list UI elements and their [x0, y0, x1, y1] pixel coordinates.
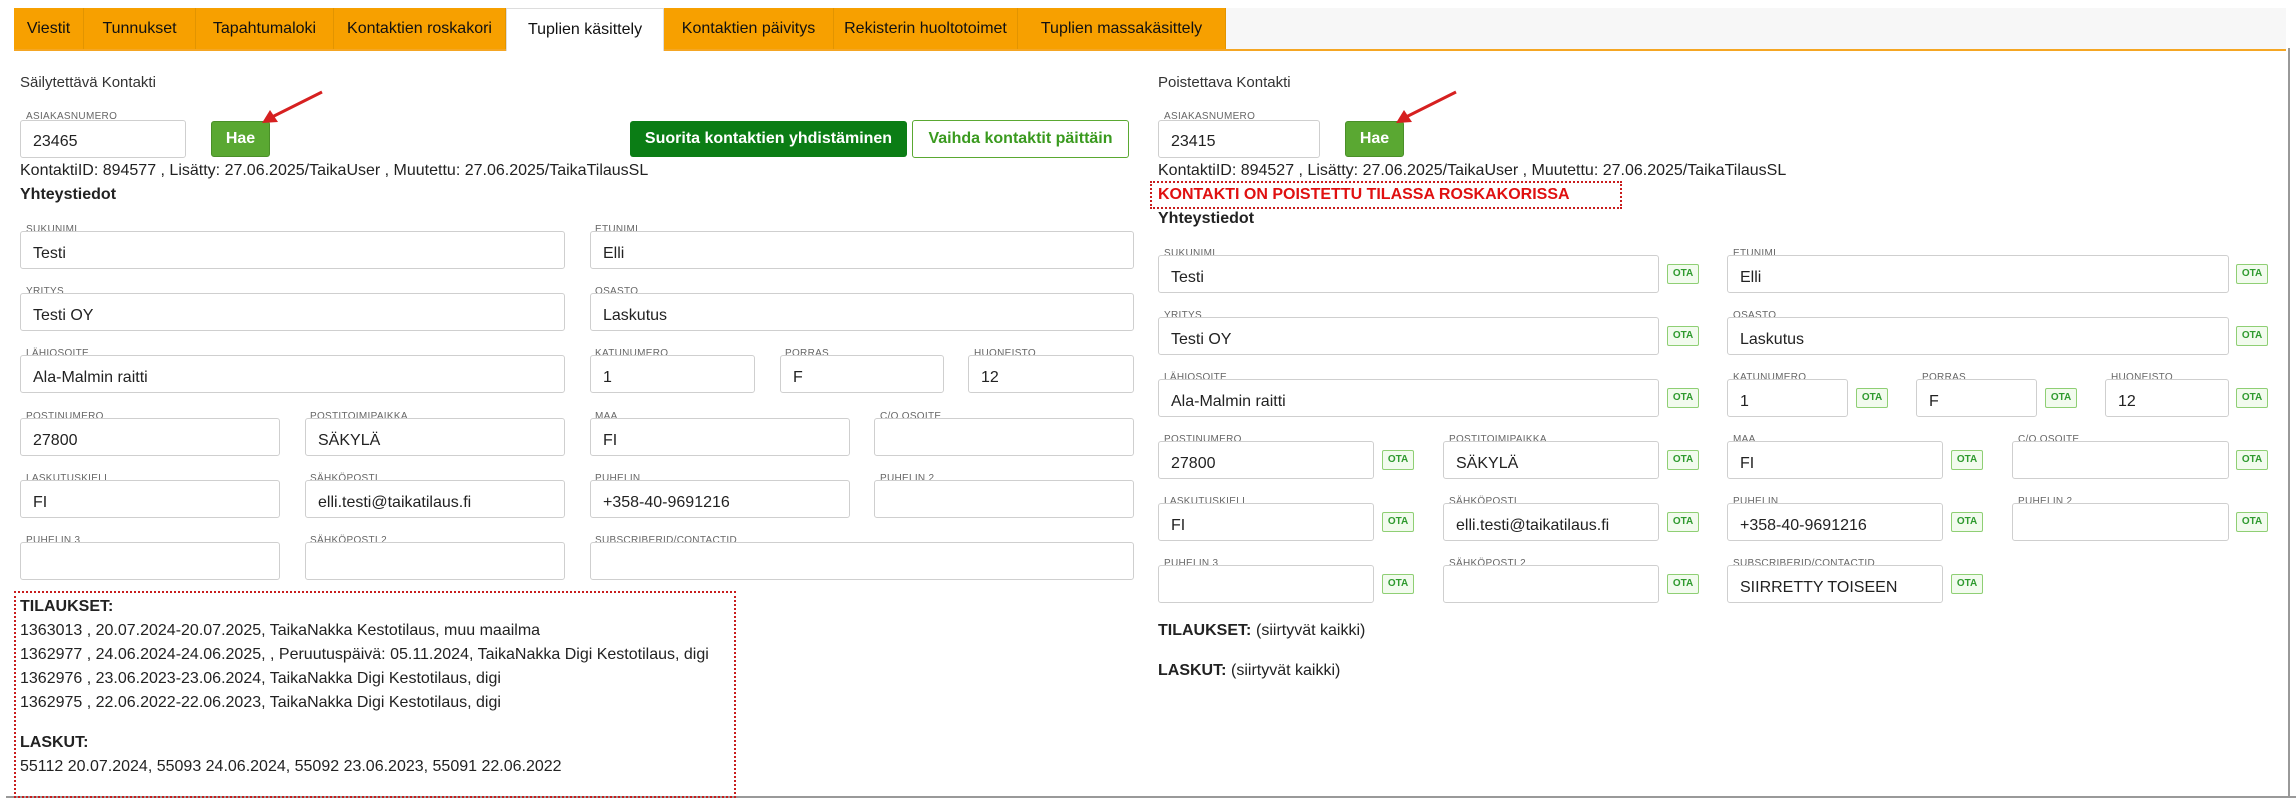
right-postinumero-ota-button[interactable]: OTA — [1382, 450, 1414, 470]
right-sahkoposti-input[interactable]: elli.testi@taikatilaus.fi — [1443, 503, 1659, 541]
left-maa-input[interactable]: FI — [590, 418, 850, 456]
left-lahiosoite-input[interactable]: Ala-Malmin raitti — [20, 355, 565, 393]
tab-tuplien-massakasittely[interactable]: Tuplien massakäsittely — [1018, 8, 1226, 49]
right-puhelin-ota-button[interactable]: OTA — [1951, 512, 1983, 532]
right-puhelin3-input[interactable] — [1158, 565, 1374, 603]
left-asiakasnumero-input[interactable]: 23465 — [20, 120, 186, 158]
right-subscriberid-ota-button[interactable]: OTA — [1951, 574, 1983, 594]
left-laskut-heading: LASKUT: — [20, 734, 89, 751]
deleted-warning: KONTAKTI ON POISTETTU TILASSA ROSKAKORIS… — [1158, 186, 1570, 203]
right-asiakasnumero-input[interactable]: 23415 — [1158, 120, 1320, 158]
right-panel-title: Poistettava Kontakti — [1158, 74, 1291, 91]
left-hae-button[interactable]: Hae — [211, 121, 270, 157]
left-tilaukset-heading: TILAUKSET: — [20, 598, 114, 615]
right-sahkoposti2-input[interactable] — [1443, 565, 1659, 603]
right-sahkoposti-ota-button[interactable]: OTA — [1667, 512, 1699, 532]
left-puhelin-input[interactable]: +358-40-9691216 — [590, 480, 850, 518]
left-order-item: 1362975 , 22.06.2022-22.06.2023, TaikaNa… — [20, 694, 501, 711]
right-laskut-note: (siirtyvät kaikki) — [1231, 662, 1341, 679]
right-etunimi-input[interactable]: Elli — [1727, 255, 2229, 293]
right-yritys-ota-button[interactable]: OTA — [1667, 326, 1699, 346]
left-huoneisto-input[interactable]: 12 — [968, 355, 1134, 393]
tab-viestit[interactable]: Viestit — [14, 8, 84, 49]
right-laskut-heading: LASKUT: — [1158, 662, 1227, 679]
left-etunimi-input[interactable]: Elli — [590, 231, 1134, 269]
left-postinumero-input[interactable]: 27800 — [20, 418, 280, 456]
right-katunumero-ota-button[interactable]: OTA — [1856, 388, 1888, 408]
right-contact-meta: KontaktiID: 894527 , Lisätty: 27.06.2025… — [1158, 162, 1787, 179]
right-lahiosoite-ota-button[interactable]: OTA — [1667, 388, 1699, 408]
tab-tapahtumaloki[interactable]: Tapahtumaloki — [196, 8, 334, 49]
tab-rekisterin-huoltotoimet[interactable]: Rekisterin huoltotoimet — [834, 8, 1018, 49]
tab-kontaktien-roskakori[interactable]: Kontaktien roskakori — [334, 8, 506, 49]
left-co-osoite-input[interactable] — [874, 418, 1134, 456]
left-invoice-list: 55112 20.07.2024, 55093 24.06.2024, 5509… — [20, 758, 562, 775]
right-postitoimipaikka-input[interactable]: SÄKYLÄ — [1443, 441, 1659, 479]
left-sahkoposti-input[interactable]: elli.testi@taikatilaus.fi — [305, 480, 565, 518]
right-maa-ota-button[interactable]: OTA — [1951, 450, 1983, 470]
left-puhelin2-input[interactable] — [874, 480, 1134, 518]
right-puhelin2-input[interactable] — [2012, 503, 2229, 541]
right-katunumero-input[interactable]: 1 — [1727, 379, 1848, 417]
right-co-osoite-input[interactable] — [2012, 441, 2229, 479]
right-sahkoposti2-ota-button[interactable]: OTA — [1667, 574, 1699, 594]
swap-contacts-button[interactable]: Vaihda kontaktit päittäin — [912, 120, 1129, 158]
right-yritys-input[interactable]: Testi OY — [1158, 317, 1659, 355]
left-puhelin3-input[interactable] — [20, 542, 280, 580]
right-tilaukset-heading: TILAUKSET: — [1158, 622, 1252, 639]
merge-contacts-button[interactable]: Suorita kontaktien yhdistäminen — [630, 121, 907, 157]
left-order-item: 1363013 , 20.07.2024-20.07.2025, TaikaNa… — [20, 622, 541, 639]
right-red-arrow-icon — [1396, 90, 1457, 123]
right-porras-input[interactable]: F — [1916, 379, 2037, 417]
tab-kontaktien-paivitys[interactable]: Kontaktien päivitys — [664, 8, 834, 49]
left-osasto-input[interactable]: Laskutus — [590, 293, 1134, 331]
left-panel-title: Säilytettävä Kontakti — [20, 74, 156, 91]
right-maa-input[interactable]: FI — [1727, 441, 1943, 479]
left-order-item: 1362977 , 24.06.2024-24.06.2025, , Peruu… — [20, 646, 709, 663]
right-porras-ota-button[interactable]: OTA — [2045, 388, 2077, 408]
right-sukunimi-input[interactable]: Testi — [1158, 255, 1659, 293]
right-postitoimipaikka-ota-button[interactable]: OTA — [1667, 450, 1699, 470]
left-contact-meta: KontaktiID: 894577 , Lisätty: 27.06.2025… — [20, 162, 649, 179]
right-laskutuskieli-input[interactable]: FI — [1158, 503, 1374, 541]
left-laskutuskieli-input[interactable]: FI — [20, 480, 280, 518]
left-order-item: 1362976 , 23.06.2023-23.06.2024, TaikaNa… — [20, 670, 501, 687]
right-sukunimi-ota-button[interactable]: OTA — [1667, 264, 1699, 284]
right-puhelin2-ota-button[interactable]: OTA — [2236, 512, 2268, 532]
right-lahiosoite-input[interactable]: Ala-Malmin raitti — [1158, 379, 1659, 417]
left-red-arrow-icon — [262, 90, 323, 123]
left-postitoimipaikka-input[interactable]: SÄKYLÄ — [305, 418, 565, 456]
tab-tuplien-kasittely[interactable]: Tuplien käsittely — [506, 8, 664, 51]
tab-tunnukset[interactable]: Tunnukset — [84, 8, 196, 49]
right-etunimi-ota-button[interactable]: OTA — [2236, 264, 2268, 284]
left-sukunimi-input[interactable]: Testi — [20, 231, 565, 269]
right-yhteystiedot-heading: Yhteystiedot — [1158, 210, 1255, 227]
right-hae-button[interactable]: Hae — [1345, 121, 1404, 157]
right-tilaukset-note: (siirtyvät kaikki) — [1256, 622, 1366, 639]
right-puhelin3-ota-button[interactable]: OTA — [1382, 574, 1414, 594]
tab-bar: Viestit Tunnukset Tapahtumaloki Kontakti… — [14, 8, 2286, 51]
right-osasto-ota-button[interactable]: OTA — [2236, 326, 2268, 346]
panel-border-right — [2288, 48, 2290, 796]
right-postinumero-input[interactable]: 27800 — [1158, 441, 1374, 479]
right-laskutuskieli-ota-button[interactable]: OTA — [1382, 512, 1414, 532]
right-puhelin-input[interactable]: +358-40-9691216 — [1727, 503, 1943, 541]
left-yhteystiedot-heading: Yhteystiedot — [20, 186, 117, 203]
left-yritys-input[interactable]: Testi OY — [20, 293, 565, 331]
right-co-osoite-ota-button[interactable]: OTA — [2236, 450, 2268, 470]
left-subscriberid-input[interactable] — [590, 542, 1134, 580]
right-huoneisto-input[interactable]: 12 — [2105, 379, 2229, 417]
right-subscriberid-input[interactable]: SIIRRETTY TOISEEN — [1727, 565, 1943, 603]
right-huoneisto-ota-button[interactable]: OTA — [2236, 388, 2268, 408]
left-porras-input[interactable]: F — [780, 355, 944, 393]
left-sahkoposti2-input[interactable] — [305, 542, 565, 580]
left-katunumero-input[interactable]: 1 — [590, 355, 755, 393]
right-osasto-input[interactable]: Laskutus — [1727, 317, 2229, 355]
